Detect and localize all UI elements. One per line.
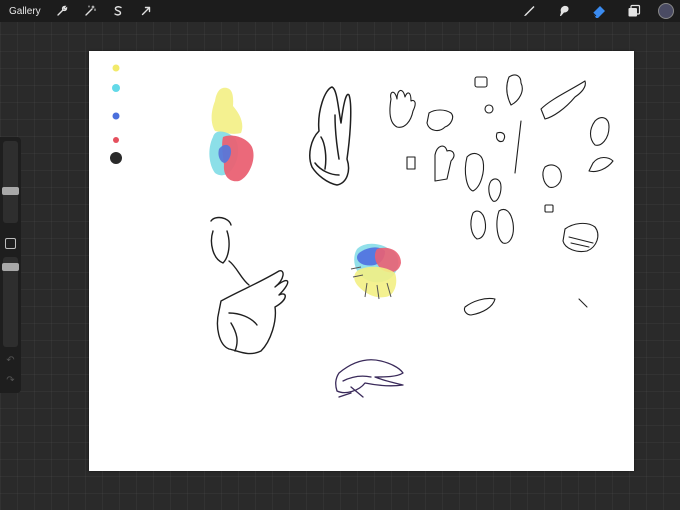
opacity-slider[interactable] (2, 257, 19, 347)
color-picker-button[interactable] (658, 3, 674, 19)
palm-hand-sketch (309, 86, 352, 186)
canvas-artwork (110, 64, 614, 398)
brush-size-thumb[interactable] (2, 187, 19, 195)
top-toolbar: Gallery (0, 0, 680, 22)
selection-icon[interactable] (107, 0, 129, 22)
wrench-icon[interactable] (51, 0, 73, 22)
palette-dot (112, 112, 120, 120)
brush-icon[interactable] (518, 0, 540, 22)
modify-button[interactable] (5, 238, 16, 249)
transform-arrow-icon[interactable] (135, 0, 157, 22)
side-bar: ↶ ↷ (0, 137, 21, 393)
brush-size-slider[interactable] (2, 141, 19, 223)
purple-hand-sketch (335, 359, 404, 398)
gallery-button[interactable]: Gallery (9, 6, 41, 17)
reaching-hand-sketch (210, 216, 289, 355)
layers-icon[interactable] (623, 0, 645, 22)
drawing-canvas[interactable] (89, 51, 634, 471)
undo-icon[interactable]: ↶ (4, 355, 17, 367)
palette-dot (113, 137, 119, 143)
color-blob-sketch (209, 87, 254, 182)
eraser-icon[interactable] (588, 0, 610, 22)
palette-dot (112, 84, 120, 92)
hand-studies-sketches (389, 74, 614, 316)
color-spread-hand-sketch (350, 243, 401, 300)
smudge-icon[interactable] (553, 0, 575, 22)
magic-wand-icon[interactable] (79, 0, 101, 22)
opacity-thumb[interactable] (2, 263, 19, 271)
palette-dots (110, 64, 122, 164)
palette-dot (112, 64, 120, 72)
palette-dot (110, 152, 122, 164)
redo-icon[interactable]: ↷ (4, 375, 17, 387)
